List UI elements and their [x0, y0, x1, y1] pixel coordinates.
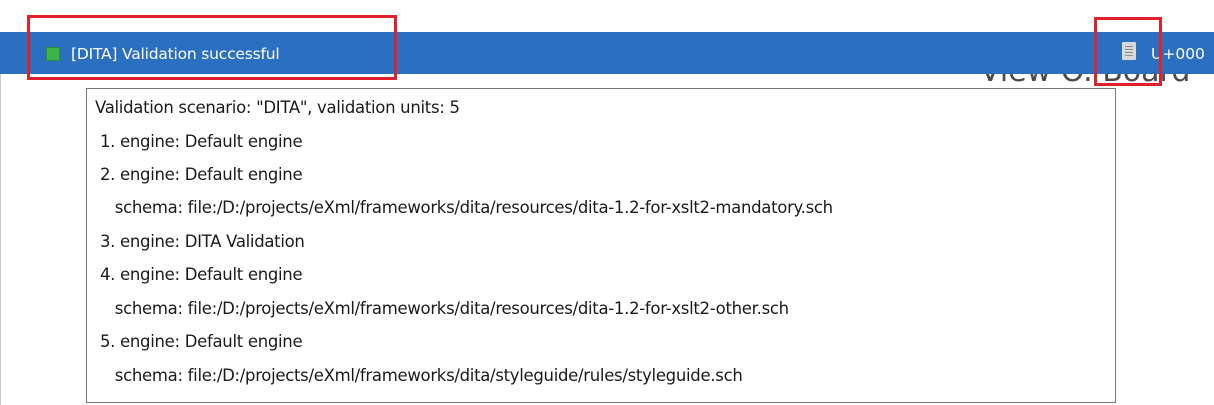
tooltip-schema-line: schema: file:/D:/projects/eXml/framework…	[95, 366, 743, 385]
encoding-indicator[interactable]: U+000	[1151, 43, 1205, 65]
tooltip-schema-line: schema: file:/D:/projects/eXml/framework…	[95, 198, 833, 217]
validation-status-text[interactable]: [DITA] Validation successful	[71, 43, 280, 65]
validation-details-document-icon[interactable]	[1122, 42, 1136, 60]
validation-status-indicator-icon	[46, 47, 60, 61]
document-icon-line	[1125, 52, 1133, 53]
document-icon-line	[1125, 55, 1133, 56]
document-icon-line	[1125, 49, 1133, 50]
tooltip-unit-line: 4. engine: Default engine	[95, 265, 303, 284]
window-top-area	[0, 0, 1214, 32]
tooltip-unit-line: 1. engine: Default engine	[95, 132, 303, 151]
tooltip-scenario-line: Validation scenario: "DITA", validation …	[95, 98, 460, 117]
tooltip-unit-line: 2. engine: Default engine	[95, 165, 303, 184]
editor-left-border	[0, 32, 1, 405]
tooltip-unit-line: 5. engine: Default engine	[95, 332, 303, 351]
tooltip-schema-line: schema: file:/D:/projects/eXml/framework…	[95, 299, 789, 318]
tooltip-unit-line: 3. engine: DITA Validation	[95, 232, 305, 251]
validation-details-tooltip: Validation scenario: "DITA", validation …	[86, 88, 1116, 403]
document-icon-line	[1125, 46, 1133, 47]
